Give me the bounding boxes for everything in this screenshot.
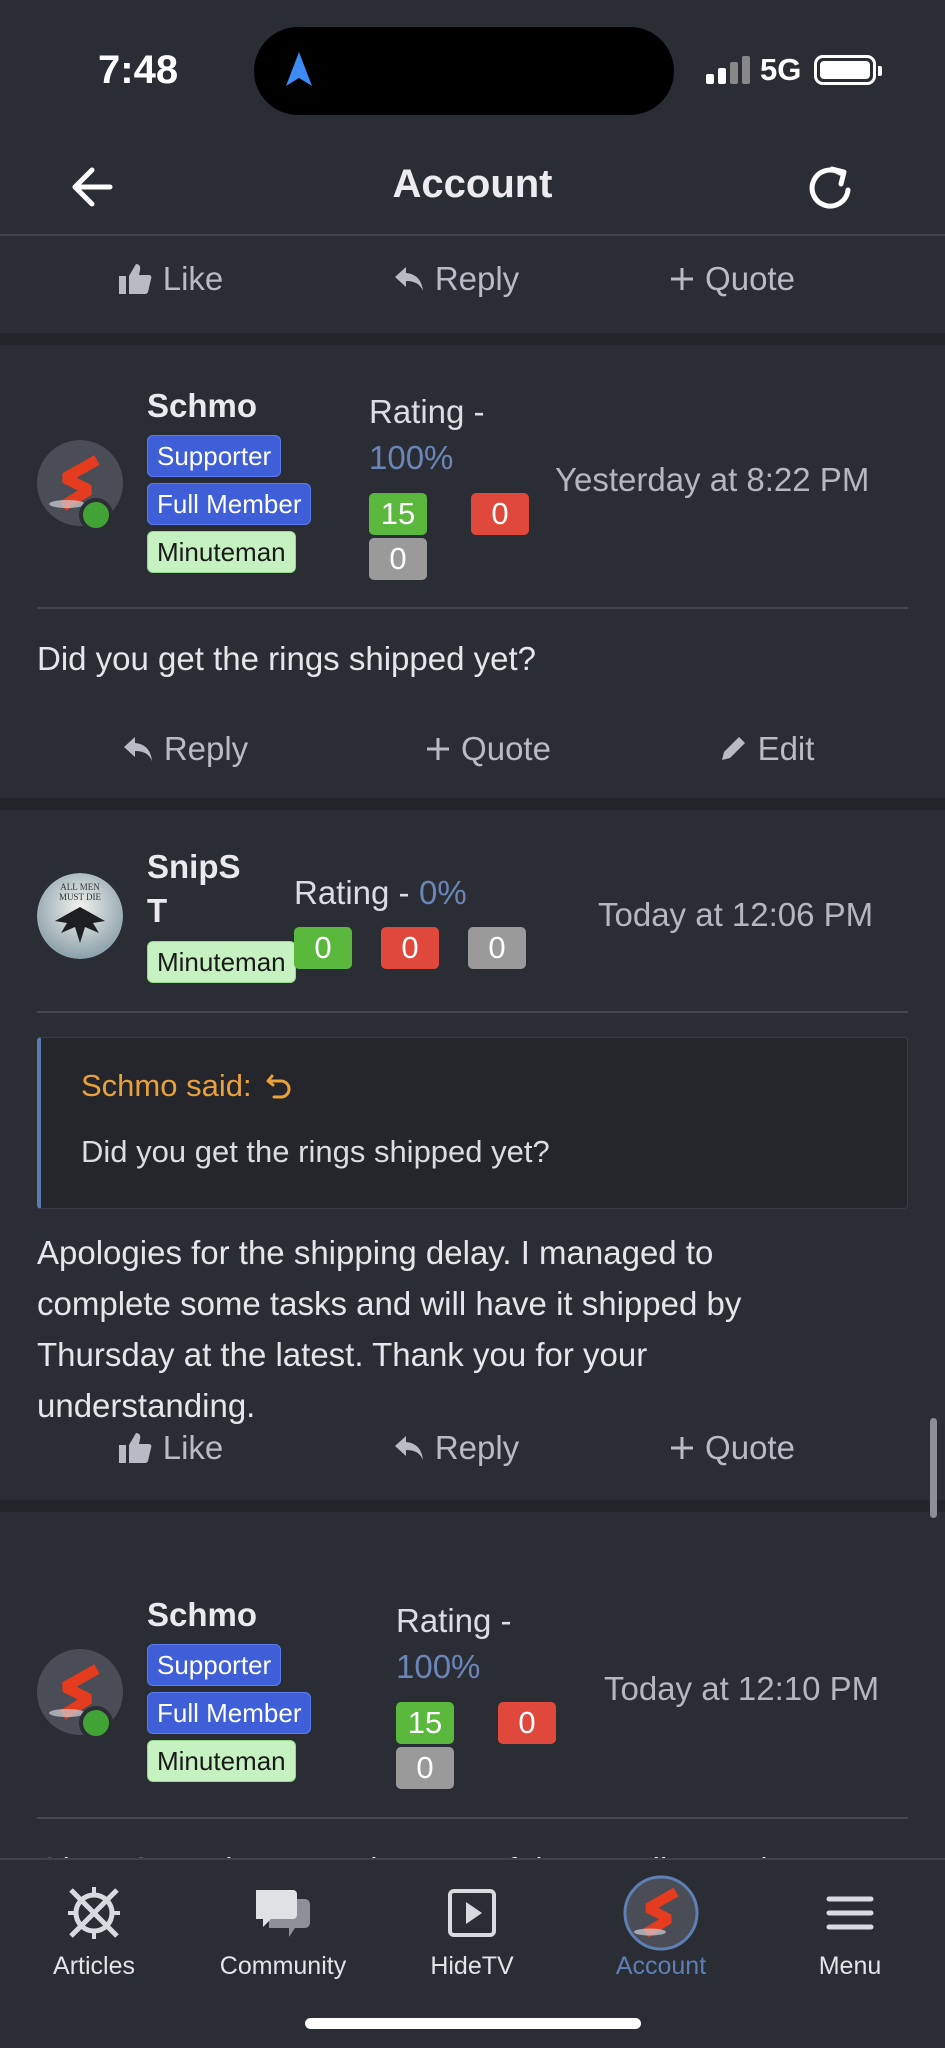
rating-label: Rating - xyxy=(369,393,485,430)
raven-emblem-icon: ALL MEN MUST DIE xyxy=(37,873,123,959)
post-username[interactable]: SnipS xyxy=(147,847,241,887)
post-username[interactable]: Schmo xyxy=(147,386,257,426)
quote-button[interactable]: Quote xyxy=(572,1429,892,1467)
post-actions: Like Reply Quote xyxy=(0,1405,945,1491)
status-time: 7:48 xyxy=(98,48,179,92)
plus-icon xyxy=(671,1437,694,1459)
post-username[interactable]: Schmo xyxy=(147,1595,257,1635)
location-arrow-icon xyxy=(286,52,312,86)
rating-percent: 0% xyxy=(419,874,467,911)
thread-feed[interactable]: Like Reply Quote Schmo Supporter Full Me… xyxy=(0,236,945,1858)
plus-icon xyxy=(427,738,450,760)
badge-minuteman: Minuteman xyxy=(147,1740,296,1782)
post-divider xyxy=(0,798,945,810)
negative-count: 0 xyxy=(471,493,529,535)
post-body-partial: Okay. Some letters at the start of the n… xyxy=(37,1844,907,1858)
refresh-icon[interactable] xyxy=(802,160,858,216)
thumbs-up-icon xyxy=(118,264,152,294)
tab-menu[interactable]: Menu xyxy=(770,1878,930,1981)
like-button[interactable]: Like xyxy=(0,1429,340,1467)
positive-count: 15 xyxy=(396,1702,454,1744)
avatar xyxy=(623,1875,699,1951)
rating-percent: 100% xyxy=(396,1648,481,1685)
chat-bubbles-icon xyxy=(256,1890,310,1937)
badge-minuteman: Minuteman xyxy=(147,531,296,573)
post-actions: Like Reply Quote xyxy=(0,236,945,322)
neutral-count: 0 xyxy=(369,538,427,580)
reply-button[interactable]: Reply xyxy=(340,260,572,298)
post-header-divider xyxy=(37,1011,908,1013)
post-body: Did you get the rings shipped yet? xyxy=(37,640,536,677)
tab-account[interactable]: Account xyxy=(581,1875,741,1981)
post-timestamp[interactable]: Yesterday at 8:22 PM xyxy=(555,461,869,499)
positive-count: 15 xyxy=(369,493,427,535)
battery-icon xyxy=(814,55,882,85)
svg-text:ALL MEN: ALL MEN xyxy=(60,882,100,892)
neutral-count: 0 xyxy=(396,1747,454,1789)
negative-count: 0 xyxy=(498,1702,556,1744)
edit-button[interactable]: Edit xyxy=(606,730,926,768)
dynamic-island xyxy=(254,27,674,115)
network-type: 5G xyxy=(760,52,802,87)
rating-percent: 100% xyxy=(369,439,454,476)
quote-button[interactable]: Quote xyxy=(370,730,606,768)
badge-supporter: Supporter xyxy=(147,1644,282,1686)
tab-hidetv[interactable]: HideTV xyxy=(392,1878,552,1981)
badge-full-member: Full Member xyxy=(147,483,312,525)
home-indicator[interactable] xyxy=(305,2018,641,2029)
avatar[interactable]: ALL MEN MUST DIE xyxy=(37,873,123,959)
cellular-signal-icon xyxy=(706,56,750,84)
svg-text:MUST DIE: MUST DIE xyxy=(59,892,102,902)
thumbs-up-icon xyxy=(118,1433,152,1463)
post-header-divider xyxy=(37,1817,908,1819)
badge-full-member: Full Member xyxy=(147,1692,312,1734)
post-username-wrap[interactable]: T xyxy=(147,891,167,931)
neutral-count: 0 xyxy=(468,927,526,969)
rating-label: Rating - xyxy=(396,1602,512,1639)
post-body: Apologies for the shipping delay. I mana… xyxy=(37,1234,742,1424)
badge-minuteman: Minuteman xyxy=(147,941,296,983)
positive-count: 0 xyxy=(294,927,352,969)
post-header-divider xyxy=(37,607,908,609)
scrollbar-thumb[interactable] xyxy=(930,1418,937,1518)
reply-icon xyxy=(123,737,152,761)
online-indicator xyxy=(79,498,113,532)
quoted-message[interactable]: Schmo said: Did you get the rings shippe… xyxy=(37,1037,908,1209)
app-header: Account xyxy=(0,140,945,236)
plus-icon xyxy=(671,268,694,290)
reply-button[interactable]: Reply xyxy=(340,1429,572,1467)
tab-community[interactable]: Community xyxy=(203,1878,363,1981)
pencil-icon xyxy=(721,737,745,760)
hamburger-icon xyxy=(826,1896,874,1930)
online-indicator xyxy=(79,1706,113,1740)
tab-articles[interactable]: Articles xyxy=(14,1878,174,1981)
quote-text: Did you get the rings shipped yet? xyxy=(81,1134,550,1169)
like-button[interactable]: Like xyxy=(0,260,340,298)
reply-icon xyxy=(394,1436,423,1460)
quote-button[interactable]: Quote xyxy=(572,260,892,298)
post-divider xyxy=(0,1500,945,1512)
negative-count: 0 xyxy=(381,927,439,969)
jump-to-quote-icon xyxy=(266,1074,290,1099)
rating-label: Rating - xyxy=(294,874,410,911)
quote-author[interactable]: Schmo said: xyxy=(81,1068,292,1104)
articles-icon xyxy=(68,1887,120,1939)
post-timestamp[interactable]: Today at 12:10 PM xyxy=(604,1670,879,1708)
post-actions: Reply Quote Edit xyxy=(0,706,945,792)
post-divider xyxy=(0,333,945,345)
play-icon xyxy=(448,1889,496,1937)
reply-button[interactable]: Reply xyxy=(0,730,370,768)
post-timestamp[interactable]: Today at 12:06 PM xyxy=(598,896,873,934)
status-bar: 7:48 5G xyxy=(0,0,945,140)
badge-supporter: Supporter xyxy=(147,435,282,477)
reply-icon xyxy=(394,267,423,291)
